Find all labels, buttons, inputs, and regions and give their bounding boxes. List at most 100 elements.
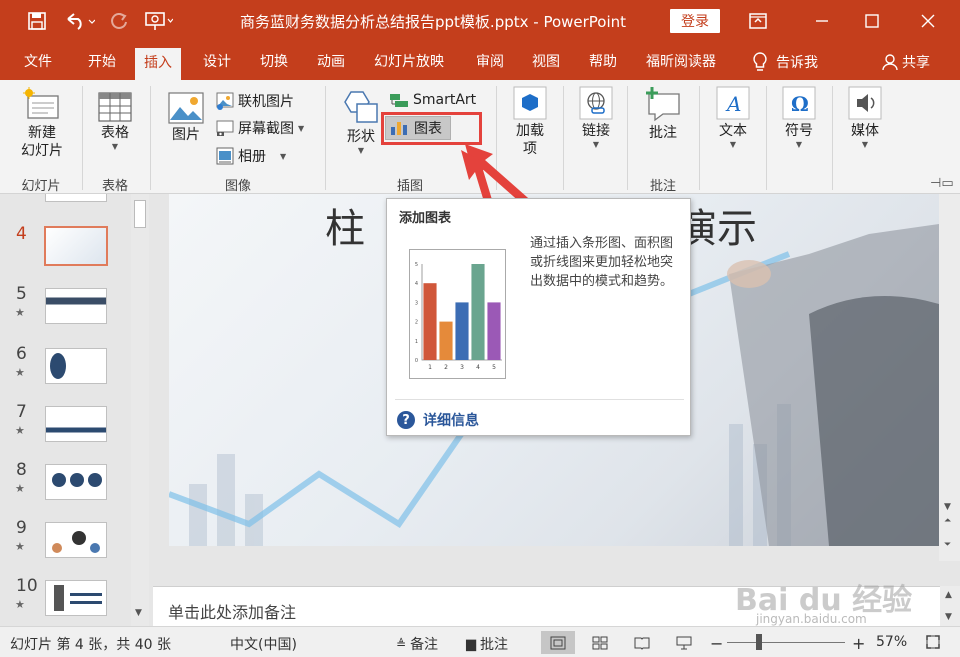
- notes-toggle[interactable]: ≜ 备注: [396, 634, 438, 654]
- chevron-down-icon: ▼: [795, 140, 803, 149]
- new-slide-button[interactable]: 新建 幻灯片: [12, 86, 72, 160]
- pin-ribbon-icon[interactable]: ⊣▭: [930, 176, 954, 191]
- shapes-button[interactable]: 形状 ▼: [339, 90, 383, 155]
- slide-thumbnail[interactable]: [45, 522, 107, 558]
- undo-icon[interactable]: [62, 10, 98, 32]
- slide-count: 幻灯片 第 4 张，共 40 张: [10, 637, 171, 653]
- link-button[interactable]: 链接 ▼: [575, 86, 617, 149]
- tab-design[interactable]: 设计: [199, 44, 235, 80]
- tab-transitions[interactable]: 切换: [256, 44, 292, 80]
- previous-slide-icon[interactable]: ⏶: [944, 516, 951, 526]
- slideshow-from-start-icon[interactable]: [144, 10, 174, 32]
- tab-foxit-reader[interactable]: 福昕阅读器: [642, 44, 720, 80]
- screenshot-label: 屏幕截图: [238, 121, 294, 137]
- picture-button[interactable]: 图片: [164, 92, 208, 144]
- media-button[interactable]: 媒体 ▼: [842, 86, 888, 149]
- zoom-in-icon[interactable]: +: [852, 634, 865, 653]
- chart-bar: [471, 264, 485, 360]
- online-picture-button[interactable]: 联机图片: [216, 90, 294, 112]
- normal-view-button[interactable]: [541, 631, 575, 654]
- comments-toggle-label: 批注: [480, 637, 508, 653]
- chevron-down-icon: ▼: [729, 140, 737, 149]
- slide-number: 10: [16, 576, 38, 596]
- more-info-link[interactable]: ? 详细信息: [397, 410, 479, 430]
- slide-number: 4: [16, 224, 27, 244]
- tell-me[interactable]: 告诉我: [752, 44, 818, 80]
- smartart-button[interactable]: SmartArt: [389, 89, 476, 111]
- minimize-icon[interactable]: [808, 8, 836, 34]
- zoom-level[interactable]: 57%: [876, 634, 907, 650]
- login-button[interactable]: 登录: [670, 9, 720, 33]
- slide-thumbnail[interactable]: [45, 288, 107, 324]
- tab-help[interactable]: 帮助: [585, 44, 621, 80]
- tab-home[interactable]: 开始: [84, 44, 120, 80]
- slideshow-view-button[interactable]: [667, 631, 701, 654]
- share-label: 共享: [902, 55, 930, 71]
- slide-scrollbar[interactable]: ▼ ⏶ ⏷: [939, 194, 960, 561]
- slide-thumbnail[interactable]: [45, 406, 107, 442]
- tab-review[interactable]: 审阅: [472, 44, 508, 80]
- chart-y-tick-label: 2: [415, 320, 418, 326]
- tab-animations[interactable]: 动画: [313, 44, 349, 80]
- slideshow-icon: [676, 636, 692, 649]
- next-slide-icon[interactable]: ⏷: [944, 540, 951, 550]
- tooltip-divider: [395, 399, 684, 400]
- zoom-out-icon[interactable]: −: [710, 634, 723, 653]
- text-button[interactable]: A 文本 ▼: [710, 86, 756, 149]
- reading-view-button[interactable]: [625, 631, 659, 654]
- close-icon[interactable]: [914, 8, 942, 34]
- slide-title-left: 柱: [325, 206, 365, 252]
- tooltip-chart-preview: 0 1 2 3 4 5 1 2 3 4 5: [409, 249, 506, 379]
- animation-star-icon: ★: [15, 424, 25, 437]
- table-button[interactable]: 表格 ▼: [93, 92, 137, 151]
- slide-thumbnail[interactable]: [45, 348, 107, 384]
- animation-star-icon: ★: [15, 598, 25, 611]
- chart-y-tick-label: 0: [415, 358, 418, 364]
- slide-number: 5: [16, 284, 27, 304]
- slide-thumbnail[interactable]: [45, 580, 107, 616]
- tab-view[interactable]: 视图: [528, 44, 564, 80]
- scroll-down-icon[interactable]: ▼: [944, 502, 951, 512]
- thumbnails-scrollbar[interactable]: ▼: [131, 194, 149, 626]
- scroll-thumb[interactable]: [134, 200, 146, 228]
- separator: [699, 86, 700, 190]
- separator: [325, 86, 326, 190]
- comments-toggle[interactable]: ▆ 批注: [466, 634, 508, 654]
- new-slide-label: 新建 幻灯片: [21, 125, 63, 159]
- status-bar: 幻灯片 第 4 张，共 40 张 中文(中国) ≜ 备注 ▆ 批注 − + 57…: [0, 626, 960, 657]
- screenshot-button[interactable]: 屏幕截图 ▼: [216, 117, 304, 139]
- new-slide-icon: [23, 87, 59, 119]
- maximize-icon[interactable]: [858, 8, 886, 34]
- share-button[interactable]: 共享: [882, 44, 930, 80]
- redo-icon[interactable]: [108, 10, 130, 32]
- more-info-label: 详细信息: [423, 413, 479, 429]
- slide-number: 8: [16, 460, 27, 480]
- tab-file[interactable]: 文件: [20, 44, 56, 80]
- separator: [766, 86, 767, 190]
- language-indicator[interactable]: 中文(中国): [230, 634, 297, 654]
- help-icon: ?: [397, 411, 415, 429]
- slide-thumbnail[interactable]: [45, 194, 107, 202]
- zoom-slider-track[interactable]: [727, 642, 845, 643]
- ribbon-display-options-icon[interactable]: [744, 8, 772, 34]
- comment-button[interactable]: 批注: [640, 86, 686, 142]
- fit-to-window-icon[interactable]: [925, 634, 941, 650]
- slide-thumbnail-active[interactable]: [44, 226, 108, 266]
- zoom-slider-thumb[interactable]: [756, 634, 762, 650]
- scroll-down-icon[interactable]: ▼: [135, 608, 142, 618]
- comment-icon: [646, 87, 680, 122]
- slide-sorter-icon: [592, 636, 608, 649]
- chart-x-tick-label: 2: [444, 364, 448, 371]
- symbol-icon: Ω: [782, 86, 816, 120]
- album-button[interactable]: 相册 ▼: [216, 145, 286, 167]
- notes-scrollbar[interactable]: ▲ ▼: [940, 586, 960, 626]
- table-icon: [98, 92, 132, 122]
- reading-view-icon: [634, 637, 650, 650]
- symbol-button[interactable]: Ω 符号 ▼: [776, 86, 822, 149]
- save-icon[interactable]: [26, 10, 48, 32]
- slide-thumbnail[interactable]: [45, 464, 107, 500]
- slide-sorter-view-button[interactable]: [583, 631, 617, 654]
- smartart-label: SmartArt: [413, 92, 477, 108]
- tab-insert[interactable]: 插入: [135, 48, 181, 80]
- tab-slideshow[interactable]: 幻灯片放映: [370, 44, 448, 80]
